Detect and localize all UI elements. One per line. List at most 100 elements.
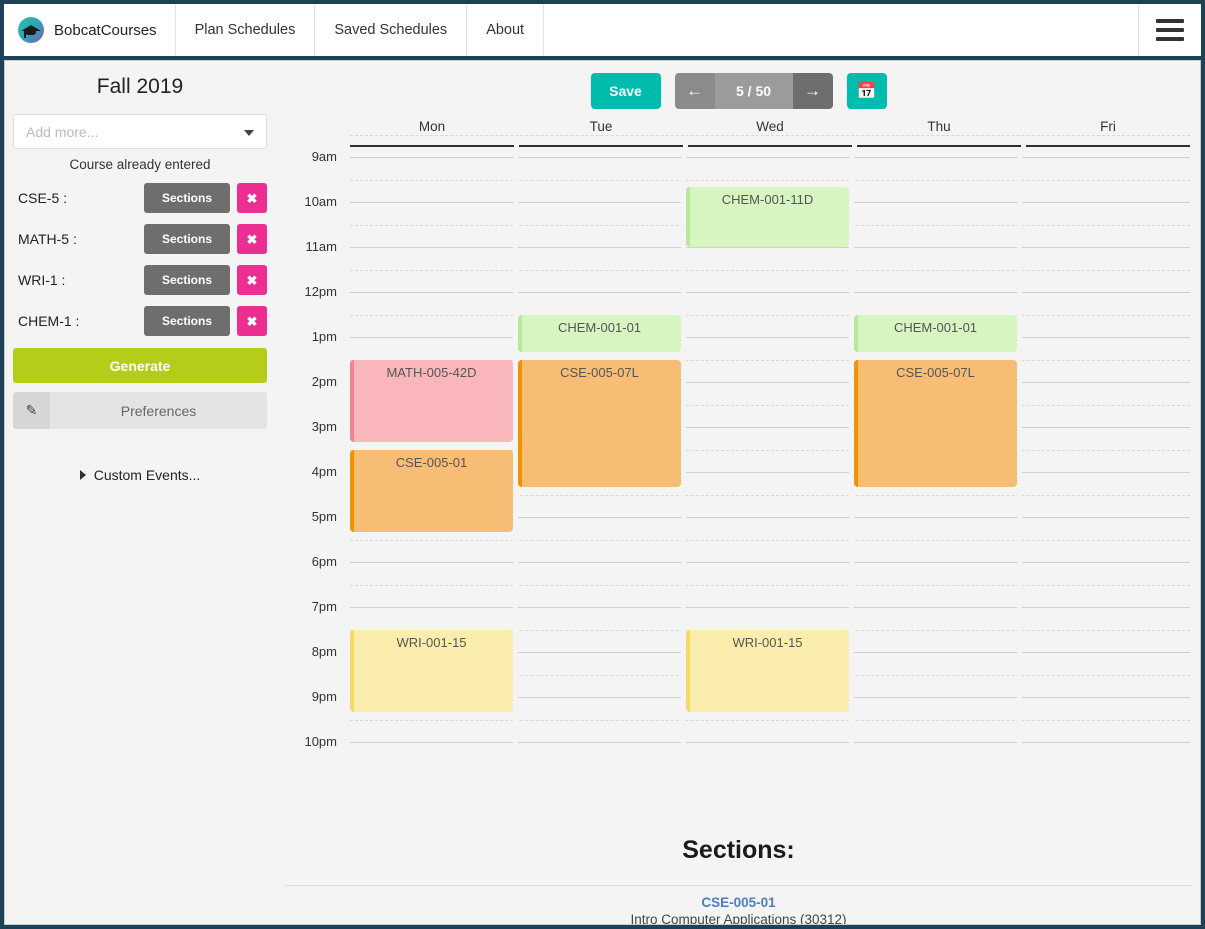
grid-line-hour [350,292,1190,293]
custom-events-label: Custom Events... [93,467,201,483]
course-row: CSE-5 : Sections ✖ [13,183,267,213]
sidebar: Fall 2019 Add more... Course already ent… [5,61,275,924]
column-gap [681,157,686,829]
day-header-mon: Mon [350,119,514,147]
section-row[interactable]: CSE-005-01 Intro Computer Applications (3… [285,885,1192,925]
event-color-bar [854,314,858,352]
course-entered-label: Course already entered [69,157,211,172]
event-color-bar [518,359,522,487]
course-list: CSE-5 : Sections ✖ MATH-5 : Sections ✖ WRI-1 :… [5,183,275,336]
calendar-event[interactable]: CSE-005-07L [518,359,681,487]
hour-label: 6pm [311,554,337,569]
course-row: MATH-5 : Sections ✖ [13,224,267,254]
brand[interactable]: BobcatCourses [4,4,176,56]
event-color-bar [518,314,522,352]
nav-item-plan-schedules[interactable]: Plan Schedules [176,4,316,56]
event-label: CHEM-001-01 [557,319,642,335]
course-row: CHEM-1 : Sections ✖ [13,306,267,336]
pager: ← 5 / 50 → [674,73,833,109]
sections-panel: Sections: CSE-005-01 Intro Computer Appli… [275,836,1200,925]
calendar-event[interactable]: CHEM-001-01 [518,314,681,352]
prev-schedule-button[interactable]: ← [674,73,715,109]
save-button[interactable]: Save [590,73,661,109]
grid-line-half-hour [350,269,1190,271]
calendar-event[interactable]: CSE-005-01 [350,449,513,532]
pager-count: 5 / 50 [714,73,793,109]
nav-item-about[interactable]: About [467,4,545,56]
calendar-view-button[interactable]: 📅 [846,73,887,109]
sections-button[interactable]: Sections [144,224,230,254]
grid-line-hour [350,247,1190,248]
event-label: CSE-005-07L [560,364,639,380]
event-label: CHEM-001-01 [893,319,978,335]
event-label: WRI-001-15 [396,634,467,650]
hour-label: 3pm [311,419,337,434]
calendar-event[interactable]: CSE-005-07L [854,359,1017,487]
sections-list: CSE-005-01 Intro Computer Applications (3… [275,885,1200,925]
course-name: CHEM-1 : [18,313,80,329]
nav-item-saved-schedules[interactable]: Saved Schedules [315,4,468,56]
calendar: Mon Tue Wed Thu Fri 9am 10am 11am 12pm 1pm 2pm 3pm… [275,119,1200,829]
hamburger-icon[interactable] [1139,4,1201,56]
navbar: BobcatCourses Plan Schedules Saved Sched… [0,0,1205,56]
main-panel: Fall 2019 Add more... Course already ent… [4,60,1201,925]
remove-course-button[interactable]: ✖ [237,224,267,254]
event-color-bar [854,359,858,487]
event-label: WRI-001-15 [732,634,803,650]
event-color-bar [350,359,354,442]
hour-label: 7pm [311,599,337,614]
preferences-label: Preferences [120,402,197,419]
event-color-bar [686,187,690,247]
hour-label: 5pm [311,509,337,524]
column-gap [849,157,854,829]
column-gap [1017,157,1022,829]
section-title: Intro Computer Applications (30312) [630,912,847,925]
sections-button[interactable]: Sections [144,265,230,295]
remove-course-button[interactable]: ✖ [237,306,267,336]
calendar-event[interactable]: CHEM-001-11D [686,187,849,247]
preferences-button[interactable]: ✎ Preferences [13,392,267,429]
triangle-right-icon [79,470,86,480]
graduation-cap-icon [18,17,44,43]
grid-line-half-hour [350,314,1190,316]
sections-button[interactable]: Sections [144,183,230,213]
event-label: CSE-005-01 [395,454,468,470]
grid-line-hour [350,157,1190,158]
generate-button[interactable]: Generate [13,348,267,383]
grid-line-hour [350,742,1190,743]
hour-label: 2pm [311,374,337,389]
calendar-event[interactable]: WRI-001-15 [350,629,513,712]
remove-course-button[interactable]: ✖ [237,265,267,295]
section-code[interactable]: CSE-005-01 [285,895,1192,910]
event-color-bar [686,629,690,712]
toolbar: Save ← 5 / 50 → 📅 [275,73,1200,109]
course-select-placeholder: Add more... [26,123,99,140]
grid-line-half-hour [350,179,1190,181]
calendar-event[interactable]: CHEM-001-01 [854,314,1017,352]
course-select[interactable]: Add more... [13,114,267,149]
nav-spacer [544,4,1139,56]
grid-line-hour [350,337,1190,338]
calendar-grid: 9am 10am 11am 12pm 1pm 2pm 3pm 4pm 5pm 6pm 7pm 8pm 9… [275,135,1200,829]
remove-course-button[interactable]: ✖ [237,183,267,213]
hour-label: 10pm [304,734,337,749]
content-area: Save ← 5 / 50 → 📅 Mon Tue Wed Thu Fri 9am 10a… [275,61,1200,924]
event-color-bar [350,629,354,712]
grid-line-half-hour [350,539,1190,541]
hour-label: 4pm [311,464,337,479]
day-header-fri: Fri [1026,119,1190,147]
next-schedule-button[interactable]: → [792,73,833,109]
hour-label: 9am [311,149,337,164]
chevron-down-icon [244,130,254,136]
sections-button[interactable]: Sections [144,306,230,336]
event-label: CHEM-001-11D [721,192,814,207]
grid-line-half-hour [350,584,1190,586]
event-color-bar [350,449,354,532]
calendar-event[interactable]: WRI-001-15 [686,629,849,712]
hour-label: 9pm [311,689,337,704]
hour-label: 8pm [311,644,337,659]
custom-events-toggle[interactable]: Custom Events... [5,467,275,483]
event-label: MATH-005-42D [386,364,477,380]
term-title: Fall 2019 [96,75,184,98]
calendar-event[interactable]: MATH-005-42D [350,359,513,442]
